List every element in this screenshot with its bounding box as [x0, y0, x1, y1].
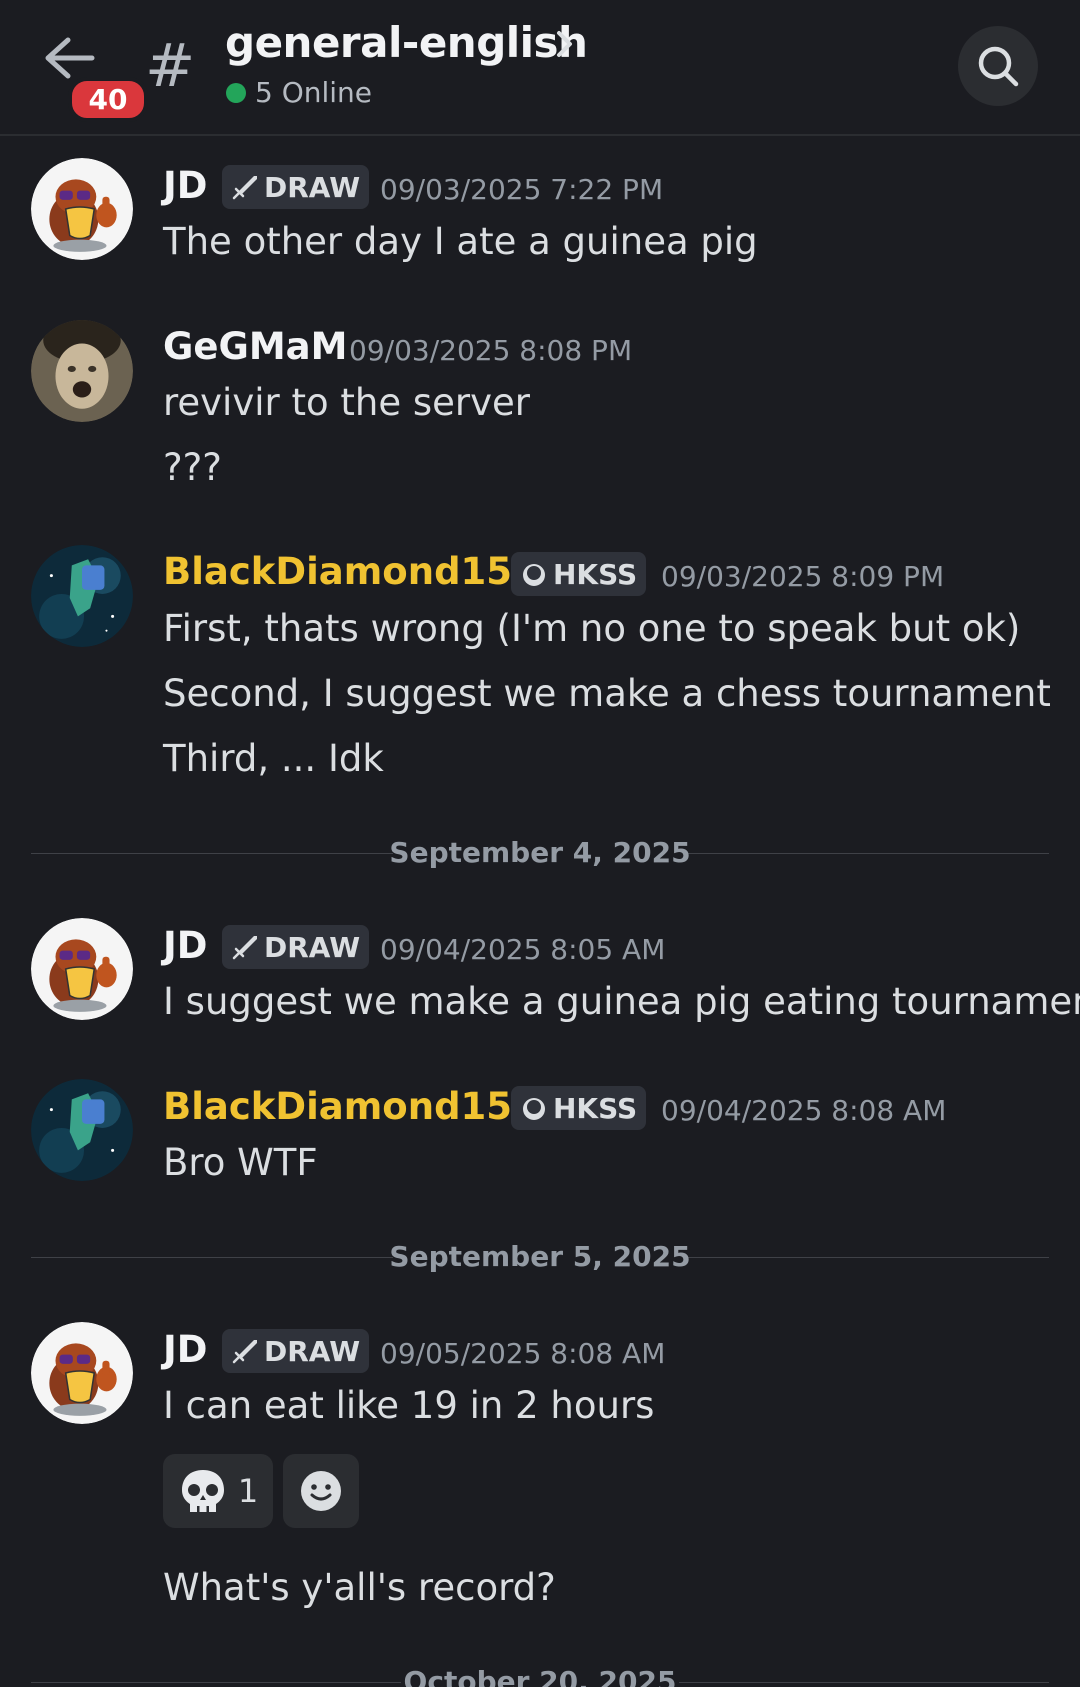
message-text: First, thats wrong (I'm no one to speak …: [163, 607, 1021, 650]
arrow-left-icon: [45, 37, 95, 79]
role-tag-label: DRAW: [264, 930, 361, 964]
bird-avatar-icon: [31, 1322, 133, 1424]
channel-name[interactable]: general-english: [225, 18, 588, 67]
space-avatar-icon: [31, 1079, 133, 1181]
message-author[interactable]: JD: [163, 164, 207, 207]
reaction-skull[interactable]: 1: [163, 1454, 273, 1528]
message-text: Second, I suggest we make a chess tourna…: [163, 672, 1051, 715]
date-divider-label: September 5, 2025: [389, 1240, 691, 1273]
photo-avatar-icon: [31, 320, 133, 422]
avatar-jd[interactable]: [31, 918, 133, 1020]
message-text: I can eat like 19 in 2 hours: [163, 1384, 655, 1427]
message-timestamp: 09/03/2025 7:22 PM: [380, 173, 664, 206]
role-tag-label: DRAW: [264, 170, 361, 204]
add-reaction-button[interactable]: [283, 1454, 359, 1528]
online-status-dot: [226, 83, 246, 103]
avatar-jd[interactable]: [31, 158, 133, 260]
avatar-gegmam[interactable]: [31, 320, 133, 422]
message-author[interactable]: BlackDiamond1503: [163, 550, 564, 593]
space-avatar-icon: [31, 545, 133, 647]
avatar-blackdiamond1503[interactable]: [31, 1079, 133, 1181]
role-tag[interactable]: HKSS: [511, 1086, 647, 1130]
message-text: The other day I ate a guinea pig: [163, 220, 758, 263]
date-divider-label: October 20, 2025: [403, 1665, 677, 1687]
search-icon: [978, 46, 1019, 87]
reaction-count: 1: [237, 1472, 259, 1510]
avatar-jd[interactable]: [31, 1322, 133, 1424]
message-timestamp: 09/03/2025 8:08 PM: [349, 334, 633, 367]
role-tag-label: HKSS: [553, 557, 638, 591]
message-text: ???: [163, 446, 222, 489]
role-tag[interactable]: DRAW: [222, 925, 370, 969]
message-text: What's y'all's record?: [163, 1566, 556, 1609]
bird-avatar-icon: [31, 918, 133, 1020]
message-timestamp: 09/04/2025 8:08 AM: [661, 1094, 947, 1127]
search-button[interactable]: [958, 26, 1038, 106]
channel-header: 40 # general-english 5 Online: [0, 0, 1080, 136]
role-tag-label: DRAW: [264, 1334, 361, 1368]
ring-icon: [523, 1098, 545, 1120]
message-timestamp: 09/04/2025 8:05 AM: [380, 933, 666, 966]
skull-icon: [181, 1470, 224, 1512]
message-author[interactable]: JD: [163, 1328, 207, 1371]
unread-badge: 40: [68, 77, 148, 122]
date-divider: October 20, 2025: [31, 1665, 1049, 1687]
sword-icon: [232, 176, 257, 200]
message-author[interactable]: JD: [163, 924, 207, 967]
message-author[interactable]: BlackDiamond1503: [163, 1085, 564, 1128]
date-divider: September 4, 2025: [31, 836, 1049, 870]
online-count: 5 Online: [255, 76, 373, 109]
role-tag[interactable]: HKSS: [511, 552, 647, 596]
message-author[interactable]: GeGMaM: [163, 325, 347, 368]
bird-avatar-icon: [31, 158, 133, 260]
message-timestamp: 09/05/2025 8:08 AM: [380, 1337, 666, 1370]
channel-hash-icon: #: [145, 31, 196, 101]
role-tag-label: HKSS: [553, 1091, 638, 1125]
sword-icon: [232, 1340, 257, 1364]
role-tag[interactable]: DRAW: [222, 165, 370, 209]
message-text: Bro WTF: [163, 1141, 318, 1184]
role-tag[interactable]: DRAW: [222, 1329, 370, 1373]
message-text: Third, ... Idk: [163, 737, 384, 780]
chevron-right-icon[interactable]: [554, 28, 576, 60]
smiley-icon: [301, 1471, 341, 1511]
date-divider: September 5, 2025: [31, 1240, 1049, 1274]
message-text: I suggest we make a guinea pig eating to…: [163, 980, 1080, 1023]
message-text: revivir to the server: [163, 381, 531, 424]
avatar-blackdiamond1503[interactable]: [31, 545, 133, 647]
date-divider-label: September 4, 2025: [389, 836, 691, 869]
ring-icon: [523, 564, 545, 586]
message-timestamp: 09/03/2025 8:09 PM: [661, 560, 945, 593]
sword-icon: [232, 936, 257, 960]
